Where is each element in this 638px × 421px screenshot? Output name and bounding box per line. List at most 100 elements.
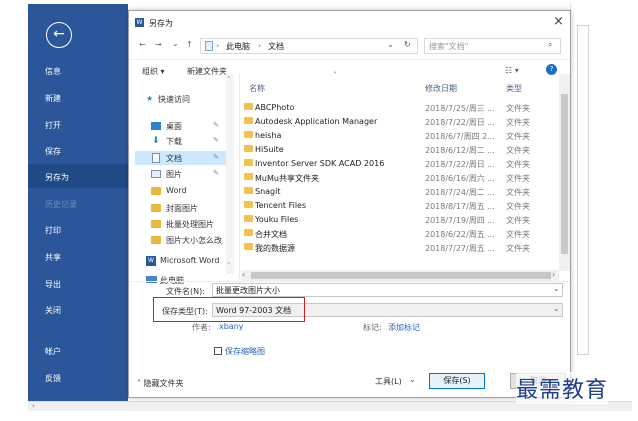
divider [129, 281, 570, 282]
file-date: 2018/7/25/周三 ... [425, 104, 495, 113]
nav-feedback[interactable]: 反馈 [45, 373, 61, 384]
thumbnail-checkbox[interactable] [214, 347, 222, 355]
nav-pane-scrollbar[interactable]: ˄ ˅ [226, 74, 234, 274]
file-row[interactable]: HiSuite 2018/6/12/周二 ... 文件夹 [241, 143, 559, 157]
nav-up-icon[interactable]: ↑ [186, 40, 193, 49]
search-icon[interactable]: ⌕ [548, 40, 552, 50]
nav-this-pc[interactable]: 此电脑 [160, 275, 184, 285]
file-list-vertical-scrollbar[interactable] [559, 74, 570, 271]
nav-save[interactable]: 保存 [45, 146, 61, 157]
folder-icon [244, 187, 253, 194]
pin-icon: ✎ [213, 136, 219, 144]
folder-icon [244, 201, 253, 208]
pictures-icon [151, 170, 161, 178]
nav-print[interactable]: 打印 [45, 225, 61, 236]
tools-dropdown-icon[interactable]: ⌄ [409, 375, 416, 384]
file-row[interactable]: 合并文档 2018/6/22/周五 ... 文件夹 [241, 227, 559, 241]
nav-picture-size[interactable]: 图片大小怎么改 [166, 235, 224, 246]
file-name: 合并文档 [255, 230, 287, 239]
back-icon[interactable]: ← [46, 22, 72, 48]
filename-dropdown-icon[interactable]: ⌄ [553, 284, 560, 293]
search-input[interactable]: 搜索"文档" [429, 41, 468, 52]
nav-microsoft-word[interactable]: Microsoft Word [160, 256, 220, 265]
nav-share[interactable]: 共享 [45, 252, 61, 263]
tags-input[interactable]: 添加标记 [388, 322, 420, 333]
scroll-left-arrow-icon[interactable]: ‹ [32, 402, 35, 410]
quick-access-star-icon: ★ [146, 94, 154, 103]
file-row[interactable]: Tencent Files 2018/8/17/周五 ... 文件夹 [241, 199, 559, 213]
save-button[interactable]: 保存(S) [429, 373, 485, 389]
nav-pictures[interactable]: 图片 [166, 169, 182, 180]
address-documents[interactable]: 文档 [268, 41, 284, 52]
word-app-icon: W [146, 256, 156, 266]
file-date: 2018/6/22/周五 ... [425, 230, 495, 239]
file-row[interactable]: Inventor Server SDK ACAD 2016 2018/7/22/周… [241, 157, 559, 171]
address-bar[interactable]: › 此电脑 › 文档 ⌄ ↻ [200, 38, 418, 54]
file-row[interactable]: ABCPhoto 2018/7/25/周三 ... 文件夹 [241, 101, 559, 115]
nav-quick-access[interactable]: 快速访问 [158, 94, 190, 105]
folder-icon [244, 173, 253, 180]
filename-input[interactable]: 批量更改图片大小 ⌄ [212, 283, 563, 297]
tools-button[interactable]: 工具(L) [375, 376, 402, 387]
file-row[interactable]: heisha 2018/6/7/周四 2... 文件夹 [241, 129, 559, 143]
address-dropdown-icon[interactable]: ⌄ [387, 40, 394, 49]
close-icon[interactable]: × [553, 14, 564, 29]
nav-cover-pictures[interactable]: 封面图片 [166, 203, 198, 214]
scrollbar-thumb[interactable] [561, 94, 568, 254]
folder-icon [244, 229, 253, 236]
hide-folders-button[interactable]: ˄ 隐藏文件夹 [137, 378, 184, 389]
folder-icon [151, 204, 161, 212]
nav-batch-pictures[interactable]: 批量处理图片 [166, 219, 214, 230]
column-date-header[interactable]: 修改日期 [425, 83, 457, 101]
nav-save-as[interactable]: 另存为 [45, 172, 69, 183]
pin-icon: ✎ [213, 121, 219, 129]
nav-forward-icon[interactable]: → [155, 40, 162, 49]
nav-export[interactable]: 导出 [45, 279, 61, 290]
pin-icon: ✎ [213, 153, 219, 161]
file-row[interactable]: Youku Files 2018/7/19/周四 ... 文件夹 [241, 213, 559, 227]
refresh-icon[interactable]: ↻ [404, 40, 411, 49]
scroll-right-icon[interactable]: › [552, 270, 555, 279]
author-value[interactable]: xbany [219, 322, 244, 331]
nav-back-icon[interactable]: ← [139, 40, 146, 49]
file-list-horizontal-scrollbar[interactable]: ‹ › [241, 270, 559, 281]
nav-desktop[interactable]: 桌面 [166, 121, 182, 132]
nav-scroll-down-icon[interactable]: ˅ [227, 262, 231, 270]
nav-downloads[interactable]: 下载 [166, 136, 182, 147]
filetype-dropdown-icon[interactable]: ⌄ [553, 304, 560, 313]
folder-icon [151, 220, 161, 228]
document-outline [577, 25, 589, 355]
nav-account[interactable]: 帐户 [45, 346, 61, 357]
file-row[interactable]: MuMu共享文件夹 2018/6/16/周六 ... 文件夹 [241, 171, 559, 185]
address-this-pc[interactable]: 此电脑 [226, 41, 250, 52]
nav-open[interactable]: 打开 [45, 120, 61, 131]
recent-dropdown-icon[interactable]: ⌄ [172, 39, 179, 48]
file-type: 文件夹 [506, 216, 530, 225]
filename-value: 批量更改图片大小 [216, 286, 280, 295]
nav-new[interactable]: 新建 [45, 93, 61, 104]
file-date: 2018/7/27/周五 ... [425, 244, 495, 253]
file-row[interactable]: Snagit 2018/7/24/周二 ... 文件夹 [241, 185, 559, 199]
nav-scroll-up-icon[interactable]: ˄ [227, 76, 231, 84]
nav-close[interactable]: 关闭 [45, 305, 61, 316]
sort-asc-icon: ˄ [333, 71, 337, 80]
file-date: 2018/7/22/周日 ... [425, 118, 495, 127]
file-row[interactable]: Autodesk Application Manager 2018/7/22/周日… [241, 115, 559, 129]
folder-icon [244, 159, 253, 166]
word-icon: W [135, 18, 144, 27]
documents-icon [152, 153, 160, 163]
file-type: 文件夹 [506, 132, 530, 141]
search-box[interactable]: 搜索"文档" ⌕ [424, 38, 561, 54]
pin-icon: ✎ [213, 169, 219, 177]
scroll-left-icon[interactable]: ‹ [242, 270, 245, 279]
file-row[interactable]: 我的数据源 2018/7/27/周五 ... 文件夹 [241, 241, 559, 255]
column-type-header[interactable]: 类型 [506, 83, 522, 101]
scrollbar-thumb[interactable] [251, 272, 551, 279]
nav-documents[interactable]: 文档 [166, 153, 182, 164]
nav-word[interactable]: Word [166, 186, 187, 195]
file-date: 2018/7/19/周四 ... [425, 216, 495, 225]
file-type: 文件夹 [506, 188, 530, 197]
column-name-header[interactable]: 名称 [249, 83, 265, 101]
folder-icon [151, 187, 161, 195]
nav-info[interactable]: 信息 [45, 66, 61, 77]
